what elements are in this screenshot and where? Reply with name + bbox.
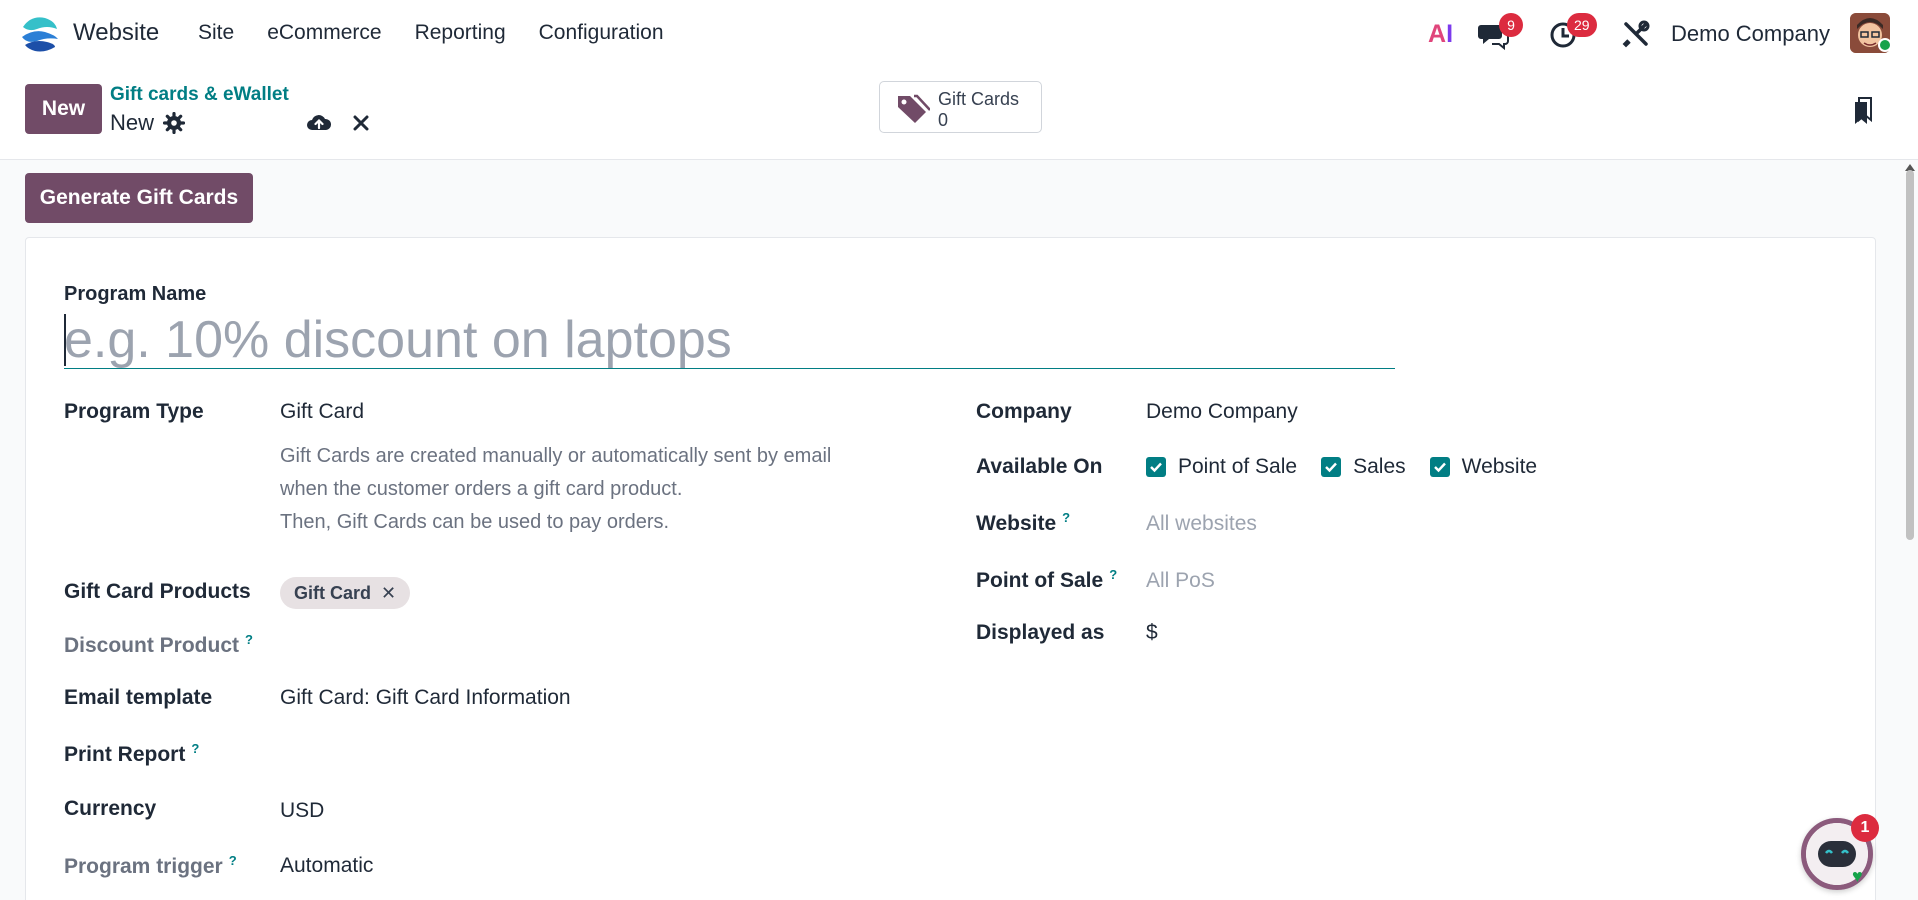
smart-button-count: 0 bbox=[938, 110, 949, 130]
available-on-sales[interactable]: Sales bbox=[1321, 455, 1406, 479]
discount-product-label: Discount Product? bbox=[64, 632, 253, 658]
program-name-label: Program Name bbox=[64, 283, 207, 305]
print-report-label: Print Report? bbox=[64, 741, 199, 767]
program-trigger-label: Program trigger? bbox=[64, 853, 237, 879]
checkbox-label: Sales bbox=[1353, 455, 1406, 478]
checkbox-label: Point of Sale bbox=[1178, 455, 1298, 478]
program-type-label: Program Type bbox=[64, 400, 204, 423]
checkbox-checked-icon[interactable] bbox=[1429, 457, 1450, 477]
ai-icon[interactable]: AI bbox=[1428, 20, 1453, 49]
chat-notification-badge: 1 bbox=[1851, 814, 1879, 842]
heart-icon: ♥ bbox=[1852, 866, 1863, 886]
messages-badge: 9 bbox=[1499, 13, 1523, 37]
available-on-website[interactable]: Website bbox=[1429, 455, 1538, 479]
website-input[interactable]: All websites bbox=[1146, 512, 1257, 536]
help-icon[interactable]: ? bbox=[1062, 510, 1070, 525]
smart-button-label: Gift Cards bbox=[938, 89, 1020, 109]
program-type-help-line-2: when the customer orders a gift card pro… bbox=[280, 478, 683, 500]
app-name[interactable]: Website bbox=[73, 19, 159, 47]
checkbox-checked-icon[interactable] bbox=[1321, 457, 1342, 477]
checkbox-checked-icon[interactable] bbox=[1146, 457, 1166, 477]
text-caret bbox=[64, 314, 66, 366]
generate-gift-cards-button[interactable]: Generate Gift Cards bbox=[25, 173, 253, 223]
email-template-value[interactable]: Gift Card: Gift Card Information bbox=[280, 686, 571, 710]
help-icon[interactable]: ? bbox=[245, 632, 253, 647]
company-label: Company bbox=[976, 400, 1072, 423]
displayed-as-label: Displayed as bbox=[976, 621, 1105, 644]
menu-item-reporting[interactable]: Reporting bbox=[415, 21, 506, 45]
online-status-dot bbox=[1878, 38, 1892, 52]
company-switcher[interactable]: Demo Company bbox=[1671, 21, 1830, 47]
checkbox-label: Website bbox=[1461, 455, 1538, 478]
menu-item-site[interactable]: Site bbox=[198, 21, 234, 45]
form-content: Generate Gift Cards Program Name Program… bbox=[0, 161, 1918, 900]
program-type-help-line-1: Gift Cards are created manually or autom… bbox=[280, 445, 832, 467]
email-template-label: Email template bbox=[64, 686, 213, 709]
available-on-point-of-sale[interactable]: Point of Sale bbox=[1146, 455, 1297, 479]
pos-label-text: Point of Sale bbox=[976, 569, 1104, 592]
gift-card-products-label: Gift Card Products bbox=[64, 580, 251, 603]
displayed-as-value: $ bbox=[1146, 621, 1158, 644]
available-on-label: Available On bbox=[976, 455, 1103, 478]
help-icon[interactable]: ? bbox=[191, 741, 199, 756]
program-type-value[interactable]: Gift Card bbox=[280, 400, 364, 424]
gear-icon[interactable] bbox=[163, 112, 185, 134]
tag-label: Gift Card bbox=[294, 582, 372, 603]
scroll-thumb[interactable] bbox=[1906, 170, 1914, 540]
gift-cards-smart-button[interactable]: Gift Cards 0 bbox=[879, 81, 1042, 133]
tags-icon bbox=[898, 94, 930, 123]
app-logo-icon[interactable] bbox=[19, 13, 61, 55]
discount-product-label-text: Discount Product bbox=[64, 634, 240, 657]
pos-input[interactable]: All PoS bbox=[1146, 569, 1215, 593]
form-sheet: Program Name Program Type Gift Card Gift… bbox=[25, 237, 1876, 900]
top-navbar: Website Site eCommerce Reporting Configu… bbox=[0, 0, 1918, 68]
program-name-input[interactable] bbox=[64, 311, 1395, 369]
company-value[interactable]: Demo Company bbox=[1146, 400, 1298, 424]
print-report-label-text: Print Report bbox=[64, 743, 186, 766]
cloud-upload-icon[interactable] bbox=[306, 112, 332, 134]
menu-item-configuration[interactable]: Configuration bbox=[539, 21, 664, 45]
activities-badge: 29 bbox=[1567, 13, 1597, 37]
new-button[interactable]: New bbox=[25, 84, 102, 134]
discard-close-icon[interactable] bbox=[351, 113, 371, 133]
program-trigger-value[interactable]: Automatic bbox=[280, 854, 373, 878]
help-icon[interactable]: ? bbox=[229, 853, 237, 868]
currency-label: Currency bbox=[64, 797, 157, 820]
control-panel: New Gift cards & eWallet New Gift Cards … bbox=[0, 68, 1918, 160]
website-label: Website? bbox=[976, 510, 1070, 536]
currency-value[interactable]: USD bbox=[280, 799, 324, 823]
record-name: New bbox=[110, 110, 155, 135]
pos-label: Point of Sale? bbox=[976, 567, 1117, 593]
program-trigger-label-text: Program trigger bbox=[64, 855, 223, 878]
website-label-text: Website bbox=[976, 512, 1057, 535]
program-type-help-line-3: Then, Gift Cards can be used to pay orde… bbox=[280, 511, 670, 533]
available-on-checkboxes: Point of Sale Sales Website bbox=[1146, 455, 1561, 479]
gift-card-product-tag[interactable]: Gift Card ✕ bbox=[280, 577, 411, 609]
debug-tools-icon[interactable] bbox=[1620, 18, 1652, 50]
main-menu: Site eCommerce Reporting Configuration bbox=[198, 21, 697, 45]
menu-item-ecommerce[interactable]: eCommerce bbox=[267, 21, 381, 45]
bookmark-icon[interactable] bbox=[1853, 96, 1875, 126]
help-icon[interactable]: ? bbox=[1109, 567, 1117, 582]
breadcrumb[interactable]: Gift cards & eWallet bbox=[110, 84, 289, 106]
program-type-help: Gift Cards are created manually or autom… bbox=[280, 440, 831, 539]
remove-tag-icon[interactable]: ✕ bbox=[381, 583, 396, 604]
